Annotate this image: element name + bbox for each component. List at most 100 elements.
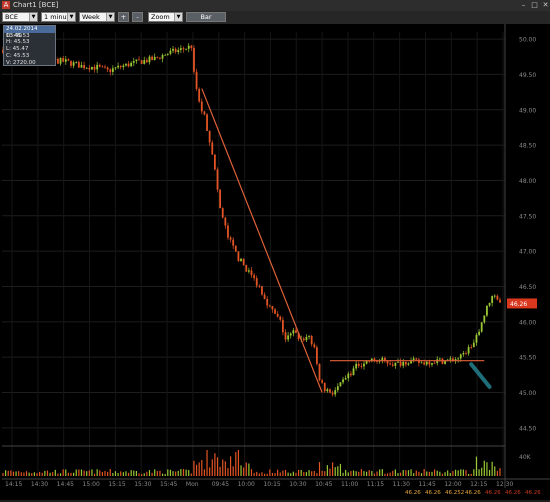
chevron-down-icon[interactable]: ▼: [29, 13, 37, 21]
candle-body: [64, 59, 67, 62]
bottom-price-label: 46.26: [405, 490, 421, 496]
candle-body: [472, 342, 475, 348]
candle-body: [253, 275, 256, 279]
volume-bar: [300, 469, 302, 476]
candle-body: [276, 313, 279, 317]
volume-bar: [475, 456, 478, 476]
volume-bar: [185, 469, 187, 476]
y-tick-label: 46.50: [519, 284, 536, 291]
close-button[interactable]: ✕: [541, 1, 550, 9]
bottom-price-label: 46.26: [425, 490, 441, 496]
symbol-select[interactable]: BCE ▼: [2, 12, 38, 22]
candle-body: [342, 379, 344, 383]
volume-bar: [449, 473, 451, 476]
candle-body: [203, 111, 206, 115]
candle-body: [331, 392, 334, 395]
zoom-out-button[interactable]: -: [132, 12, 143, 22]
y-tick-label: 50.00: [519, 37, 536, 44]
candle-body: [347, 373, 350, 379]
candle-body: [428, 361, 431, 365]
candle-body: [363, 363, 365, 367]
candle-body: [493, 295, 496, 297]
volume-bar: [109, 469, 111, 476]
volume-bar: [311, 471, 313, 476]
bar-type-button[interactable]: Bar: [186, 12, 226, 22]
volume-bar: [206, 450, 208, 476]
volume-bar: [54, 469, 56, 476]
chevron-down-icon[interactable]: ▼: [67, 13, 75, 21]
bottom-price-label: 46.26: [465, 490, 481, 496]
candle-body: [310, 335, 313, 345]
candle-body: [462, 352, 465, 355]
candle-body: [261, 286, 263, 295]
volume-bar: [279, 472, 281, 476]
volume-bar: [392, 470, 394, 476]
candle-body: [425, 361, 428, 365]
candle-body: [313, 344, 316, 348]
y-tick-label: 48.00: [519, 178, 536, 185]
volume-bar: [240, 465, 242, 476]
volume-bar: [237, 450, 240, 476]
ohlc-open: O: 45.53: [6, 32, 30, 39]
bottom-price-label: 46.26: [505, 490, 521, 496]
chevron-down-icon[interactable]: ▼: [174, 13, 182, 21]
volume-bar: [25, 471, 28, 476]
interval-select[interactable]: 1 minute ▼: [41, 12, 76, 22]
candle-body: [295, 330, 297, 333]
x-tick-label: 14:30: [31, 481, 48, 488]
app-icon: A: [2, 1, 10, 9]
volume-bar: [256, 471, 258, 476]
zoom-in-button[interactable]: +: [118, 12, 129, 22]
candle-body: [229, 237, 232, 240]
ohlc-info-box: 24.02.2014 13:40 O: 45.53 H: 45.53 L: 45…: [3, 25, 56, 66]
volume-bar: [481, 467, 483, 476]
volume-bar: [41, 472, 43, 476]
volume-bar: [57, 473, 59, 476]
candle-body: [213, 154, 216, 170]
volume-bar: [2, 472, 4, 476]
volume-bar: [250, 469, 253, 476]
volume-bar: [271, 472, 274, 476]
price-chart[interactable]: 50.00 49.50 49.00 48.50 48.00 47.50 47.00 46.50…: [0, 24, 550, 500]
y-tick-label: 45.50: [519, 355, 536, 362]
volume-bar: [488, 469, 491, 476]
volume-bar: [389, 472, 391, 476]
volume-bar: [462, 469, 464, 476]
zoom-select[interactable]: Zoom ▼: [148, 12, 183, 22]
volume-bar: [159, 470, 161, 476]
candle-body: [169, 50, 172, 54]
volume-bar: [227, 468, 229, 476]
candle-body: [329, 389, 331, 393]
volume-bar: [70, 472, 72, 476]
candle-body: [315, 347, 318, 364]
chevron-down-icon[interactable]: ▼: [106, 13, 114, 21]
volume-bar: [468, 473, 470, 476]
volume-bar: [297, 469, 300, 476]
candle-body: [281, 319, 284, 333]
chart-area[interactable]: 50.00 49.50 49.00 48.50 48.00 47.50 47.00 46.50…: [0, 24, 550, 500]
volume-bar: [80, 469, 83, 476]
y-tick-label: 49.00: [519, 107, 536, 114]
candle-body: [216, 169, 219, 190]
y-tick-label: 47.50: [519, 213, 536, 220]
candle-body: [151, 56, 153, 60]
candle-body: [470, 347, 473, 348]
x-tick-label: 12:00: [444, 481, 461, 488]
candle-body: [352, 368, 355, 376]
candle-body: [182, 48, 185, 50]
volume-bar: [96, 469, 98, 476]
candle-body: [339, 382, 342, 387]
minimize-button[interactable]: –: [519, 1, 528, 9]
volume-bar: [10, 470, 12, 476]
candle-body: [431, 362, 433, 365]
maximize-button[interactable]: □: [530, 1, 539, 9]
volume-bar: [358, 471, 360, 476]
x-tick-label: 15:45: [160, 481, 177, 488]
volume-bar: [371, 470, 373, 476]
period-select[interactable]: Week ▼: [79, 12, 115, 22]
volume-bar: [39, 471, 41, 476]
volume-bar: [83, 470, 85, 476]
candle-body: [159, 57, 161, 59]
volume-bar: [198, 462, 200, 476]
volume-bar: [355, 471, 357, 476]
